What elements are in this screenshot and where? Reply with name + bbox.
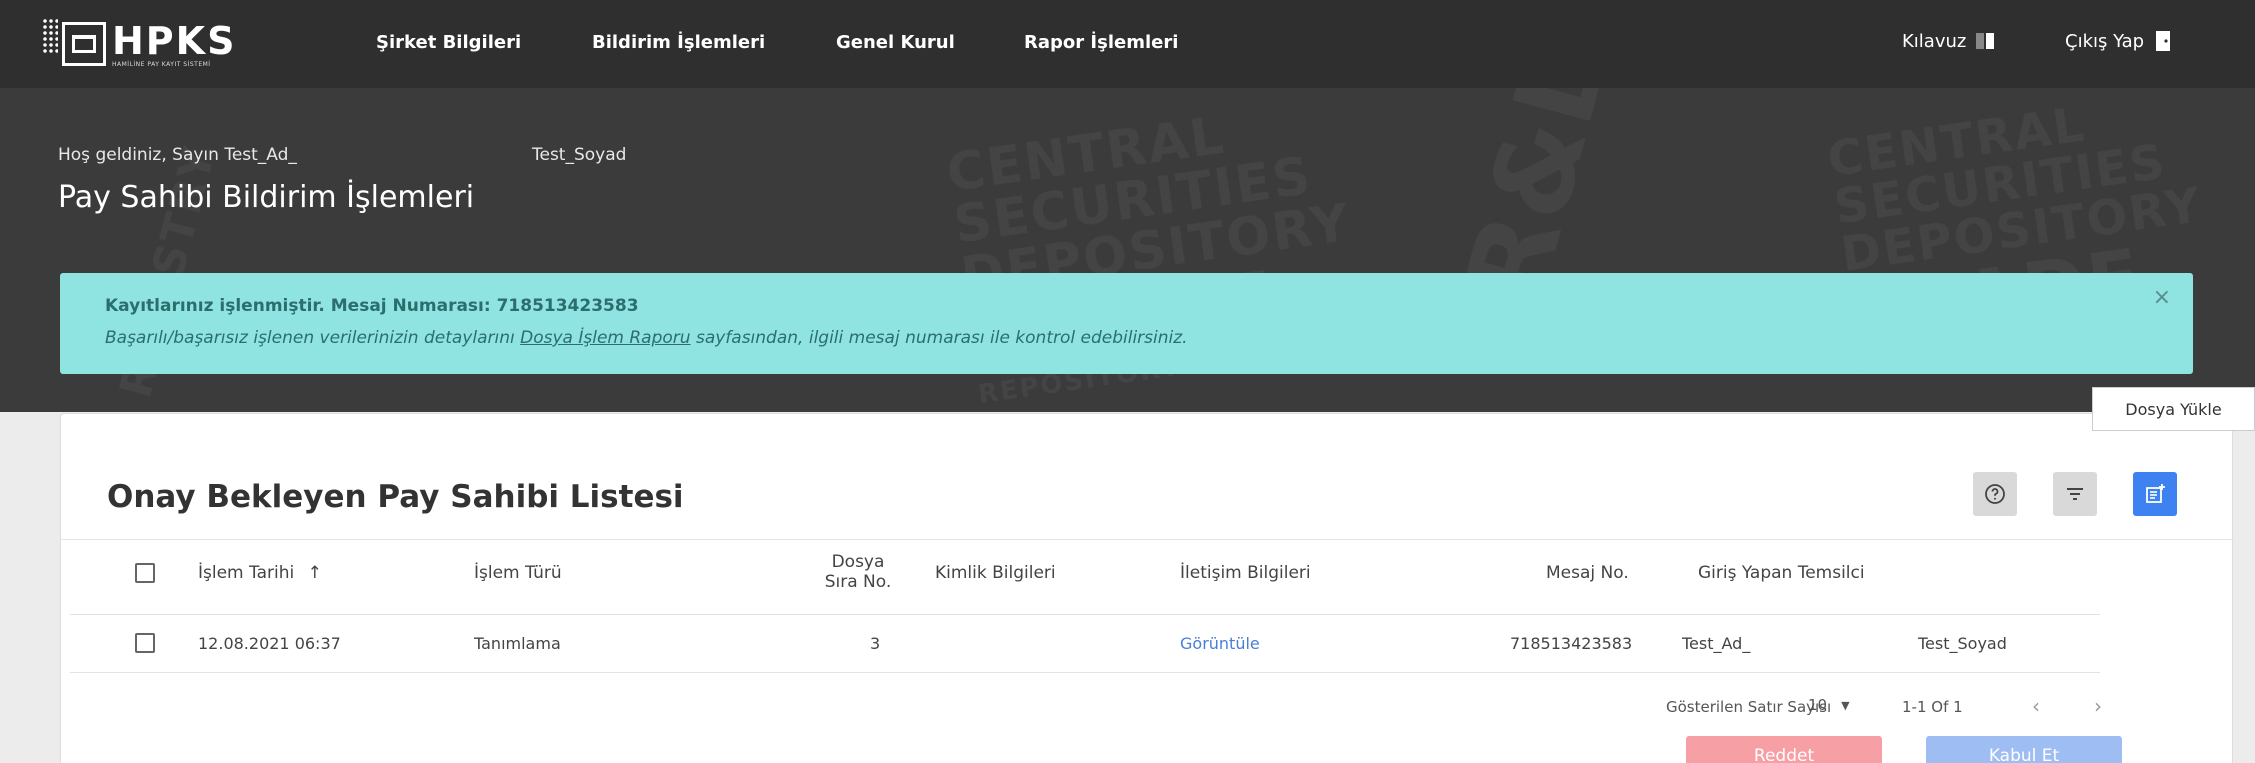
logo-dots [42, 18, 58, 54]
rows-per-page-select[interactable]: 10 ▼ [1808, 696, 1850, 714]
page-title: Pay Sahibi Bildirim İşlemleri [58, 180, 475, 215]
view-contact-link[interactable]: Görüntüle [1180, 634, 1260, 653]
rows-per-page-label: Gösterilen Satır Sayısı [1666, 698, 1832, 716]
logout-label: Çıkış Yap [2065, 30, 2145, 52]
chevron-left-icon[interactable]: ‹ [2032, 694, 2040, 718]
filter-icon [2067, 488, 2083, 500]
upload-file-button[interactable] [2133, 472, 2177, 516]
row-msg-no: 718513423583 [1510, 634, 1633, 653]
row-divider [70, 672, 2100, 673]
logo-subtitle: HAMİLİNE PAY KAYIT SİSTEMİ [112, 60, 211, 68]
col-identity-header: Kimlik Bilgileri [935, 563, 1056, 583]
close-icon[interactable]: × [2153, 285, 2171, 310]
nav-genel-kurul[interactable]: Genel Kurul [836, 32, 955, 53]
alert-message-text: Başarılı/başarısız işlenen verilerinizin… [105, 328, 521, 348]
upload-document-icon [2146, 484, 2165, 503]
col-file-no-header: Dosya Sıra No. [818, 552, 898, 592]
nav-bildirim-islemleri[interactable]: Bildirim İşlemleri [592, 32, 765, 53]
select-all-checkbox[interactable] [135, 563, 155, 583]
row-rep-last: Test_Soyad [1918, 634, 2007, 653]
upload-tooltip: Dosya Yükle [2092, 387, 2255, 431]
guide-label: Kılavuz [1902, 30, 1967, 52]
row-rep-first: Test_Ad_ [1682, 634, 1751, 653]
chevron-right-icon[interactable]: › [2094, 694, 2102, 718]
door-exit-icon [2156, 31, 2171, 51]
welcome-surname: Test_Soyad [532, 145, 627, 165]
row-checkbox[interactable] [135, 633, 155, 653]
col-type-header: İşlem Türü [474, 563, 562, 583]
top-navbar: HPKS HAMİLİNE PAY KAYIT SİSTEMİ Şirket B… [0, 0, 2255, 88]
success-alert: Kayıtlarınız işlenmiştir. Mesaj Numarası… [60, 273, 2193, 374]
nav-sirket-bilgileri[interactable]: Şirket Bilgileri [376, 32, 521, 53]
rows-per-page-value: 10 [1808, 696, 1828, 714]
logo-name: HPKS [112, 18, 237, 63]
pagination-range: 1-1 Of 1 [1902, 698, 1963, 716]
guide-link[interactable]: Kılavuz [1902, 30, 1996, 52]
row-date: 12.08.2021 06:37 [198, 634, 341, 653]
card-divider [61, 539, 2234, 540]
alert-title: Kayıtlarınız işlenmiştir. Mesaj Numarası… [105, 296, 639, 316]
col-contact-header: İletişim Bilgileri [1180, 563, 1311, 583]
header-row-divider [70, 614, 2100, 615]
col-date-header[interactable]: İşlem Tarihi ↑ [198, 563, 322, 583]
col-file-no-line1: Dosya [831, 552, 885, 572]
help-button[interactable] [1973, 472, 2017, 516]
book-icon [1976, 33, 1995, 49]
reject-button[interactable]: Reddet [1686, 736, 1882, 763]
accept-button[interactable]: Kabul Et [1926, 736, 2122, 763]
col-rep-header: Giriş Yapan Temsilci [1698, 563, 1865, 583]
row-file-no: 3 [870, 634, 881, 653]
alert-message-text-end: sayfasından, ilgili mesaj numarası ile k… [690, 328, 1188, 348]
nav-rapor-islemleri[interactable]: Rapor İşlemleri [1024, 32, 1178, 53]
caret-down-icon: ▼ [1841, 698, 1850, 712]
sort-arrow-up-icon: ↑ [307, 563, 322, 583]
file-report-link[interactable]: Dosya İşlem Raporu [520, 328, 690, 348]
welcome-text: Hoş geldiniz, Sayın Test_Ad_ [58, 145, 297, 165]
col-file-no-line2: Sıra No. [824, 572, 892, 592]
col-msg-no-header: Mesaj No. [1546, 563, 1629, 583]
col-date-label: İşlem Tarihi [198, 563, 295, 583]
logo[interactable]: HPKS HAMİLİNE PAY KAYIT SİSTEMİ [42, 14, 237, 74]
card-title: Onay Bekleyen Pay Sahibi Listesi [107, 479, 684, 515]
help-circle-icon [1985, 484, 2005, 504]
logo-book-icon [62, 22, 106, 66]
row-type: Tanımlama [474, 634, 561, 653]
logout-link[interactable]: Çıkış Yap [2065, 30, 2174, 52]
filter-button[interactable] [2053, 472, 2097, 516]
alert-message: Başarılı/başarısız işlenen verilerinizin… [105, 328, 1188, 348]
